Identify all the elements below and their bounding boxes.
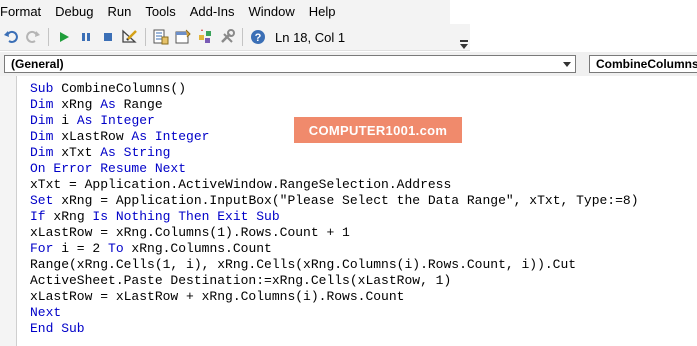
redo-button[interactable] (22, 26, 44, 48)
code-line[interactable]: ActiveSheet.Paste Destination:=xRng.Cell… (30, 273, 639, 289)
code-line[interactable]: xLastRow = xRng.Columns(1).Rows.Count + … (30, 225, 639, 241)
code-keyword: As (76, 113, 93, 128)
menu-format[interactable]: Format (0, 0, 48, 24)
code-keyword: Sub (30, 81, 54, 96)
properties-window-button[interactable] (172, 26, 194, 48)
code-keyword: On Error Resume Next (30, 161, 187, 176)
code-line[interactable]: xLastRow = xLastRow + xRng.Columns(i).Ro… (30, 289, 639, 305)
code-keyword: Set (30, 193, 54, 208)
menu-help[interactable]: Help (302, 0, 343, 24)
code-token: xLastRow = xRng.Columns(1).Rows.Count + … (30, 225, 350, 240)
code-line[interactable]: If xRng Is Nothing Then Exit Sub (30, 209, 639, 225)
toolbox-icon (221, 29, 235, 43)
code-line[interactable]: Dim xRng As Range (30, 97, 639, 113)
code-keyword: For (30, 241, 54, 256)
code-keyword: To (108, 241, 124, 256)
code-line[interactable]: Sub CombineColumns() (30, 81, 639, 97)
design-mode-button[interactable] (119, 26, 141, 48)
object-browser-icon (199, 29, 211, 43)
code-keyword: As (100, 97, 116, 112)
chevron-down-icon (563, 61, 571, 67)
reset-icon (104, 33, 112, 41)
code-token: xRng (53, 97, 101, 112)
code-keyword: If (30, 209, 46, 224)
code-window-header: (General) CombineColumns (0, 52, 697, 76)
toolbox-button[interactable] (216, 26, 238, 48)
code-token: xTxt = Application.ActiveWindow.RangeSel… (30, 177, 452, 192)
code-keyword: As (100, 145, 116, 160)
undo-icon (4, 30, 18, 43)
project-explorer-button[interactable] (150, 26, 172, 48)
cursor-position-status: Ln 18, Col 1 (275, 29, 346, 45)
run-icon (60, 32, 69, 42)
menu-bar: Format Debug Run Tools Add-Ins Window He… (0, 0, 450, 24)
menu-debug[interactable]: Debug (48, 0, 100, 24)
code-keyword: Integer (100, 113, 155, 128)
run-button[interactable] (53, 26, 75, 48)
toolbar-separator (48, 28, 49, 46)
code-token: Range(xRng.Cells(1, i), xRng.Cells(xRng.… (30, 257, 577, 272)
code-token: xRng (45, 209, 93, 224)
menu-tools[interactable]: Tools (138, 0, 182, 24)
code-token: xRng = Application.InputBox("Please Sele… (53, 193, 639, 208)
break-icon (82, 33, 90, 41)
chevron-down-icon (460, 40, 468, 49)
menu-run[interactable]: Run (100, 0, 138, 24)
help-button[interactable]: ? (247, 26, 269, 48)
toolbar-separator (145, 28, 146, 46)
standard-toolbar: ? Ln 18, Col 1 (0, 24, 470, 51)
toolbar-separator (242, 28, 243, 46)
procedure-dropdown[interactable]: CombineColumns (589, 55, 697, 73)
menu-window[interactable]: Window (242, 0, 302, 24)
break-button[interactable] (75, 26, 97, 48)
code-keyword: As (131, 129, 148, 144)
code-keyword: Dim (30, 113, 54, 128)
code-token: xRng.Columns.Count (123, 241, 272, 256)
code-token: Range (115, 97, 163, 112)
code-line[interactable]: On Error Resume Next (30, 161, 639, 177)
procedure-dropdown-value: CombineColumns (596, 57, 697, 71)
code-keyword: Next (30, 305, 62, 320)
svg-text:?: ? (255, 32, 262, 44)
code-keyword: Is Nothing Then Exit Sub (92, 209, 280, 224)
help-icon: ? (251, 30, 265, 44)
watermark-label: COMPUTER1001.com (294, 117, 462, 143)
code-token: i (53, 113, 77, 128)
toolbar-overflow-button[interactable] (458, 24, 470, 50)
code-line[interactable]: Range(xRng.Cells(1, i), xRng.Cells(xRng.… (30, 257, 639, 273)
object-browser-button[interactable] (194, 26, 216, 48)
dropdown-arrow[interactable] (559, 56, 575, 72)
undo-button[interactable] (0, 26, 22, 48)
object-dropdown-value: (General) (11, 57, 64, 71)
design-mode-icon (122, 29, 137, 43)
code-keyword: Integer (154, 129, 210, 144)
code-keyword: Dim (30, 145, 54, 160)
reset-button[interactable] (97, 26, 119, 48)
code-token: CombineColumns() (53, 81, 187, 96)
code-keyword: String (123, 145, 171, 160)
margin-indicator-bar[interactable] (0, 76, 17, 346)
code-token: xLastRow (53, 129, 132, 144)
redo-icon (26, 30, 40, 43)
code-token: ActiveSheet.Paste Destination:=xRng.Cell… (30, 273, 452, 288)
code-line[interactable]: Set xRng = Application.InputBox("Please … (30, 193, 639, 209)
code-token: xLastRow = xLastRow + xRng.Columns(i).Ro… (30, 289, 405, 304)
code-line[interactable]: Dim xTxt As String (30, 145, 639, 161)
code-line[interactable]: Next (30, 305, 639, 321)
code-keyword: End Sub (30, 321, 85, 336)
code-keyword: Dim (30, 129, 54, 144)
menu-add-ins[interactable]: Add-Ins (183, 0, 242, 24)
code-line[interactable]: xTxt = Application.ActiveWindow.RangeSel… (30, 177, 639, 193)
code-token: i = 2 (53, 241, 109, 256)
object-dropdown[interactable]: (General) (4, 55, 576, 73)
code-token: xTxt (53, 145, 101, 160)
code-line[interactable]: End Sub (30, 321, 639, 337)
code-keyword: Dim (30, 97, 54, 112)
code-line[interactable]: For i = 2 To xRng.Columns.Count (30, 241, 639, 257)
properties-window-icon (175, 29, 191, 44)
project-explorer-icon (153, 29, 169, 45)
